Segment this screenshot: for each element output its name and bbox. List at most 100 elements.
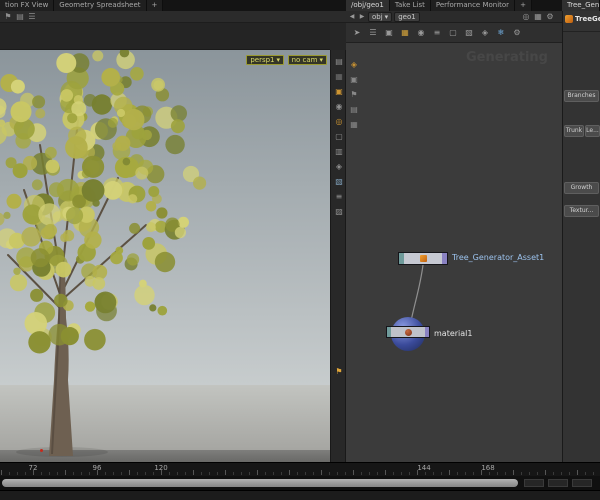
frame-tick [521,472,522,475]
camera-icon[interactable]: ▦ [333,71,345,83]
bookmark-icon[interactable]: ⚑ [2,11,14,23]
lights-icon[interactable]: ▧ [333,176,345,188]
overview-map-icon[interactable]: ▧ [463,27,475,39]
add-pane-tab-button-2[interactable]: + [515,0,532,11]
frame-tick [441,472,442,475]
node-material1[interactable] [386,326,430,338]
param-folder-textures[interactable]: Textur... [564,205,599,217]
node-label-material1[interactable]: material1 [434,330,472,338]
path-root-chip[interactable]: obj ▾ [368,12,393,22]
camera-menu[interactable]: persp1 ▾ [246,55,284,65]
frame-tick [241,472,242,475]
frame-tick [185,472,186,475]
search-icon[interactable]: ◎ [520,11,532,23]
playbar-button-2[interactable] [548,479,568,487]
pane-tab-take-list[interactable]: Take List [389,0,431,11]
snapping-icon[interactable]: ▣ [333,86,345,98]
playbar-handle[interactable] [2,479,518,487]
path-node-chip[interactable]: geo1 [394,12,420,22]
gear-icon[interactable]: ⚙ [544,11,556,23]
pane-grid-icon[interactable]: ▦ [532,11,544,23]
frame-tick [17,472,18,475]
frame-tick [145,472,146,475]
main-toolbar-row: ⚑▤☰ ◀ ▶ obj▾ geo1 ◎▦⚙ ⚑ ⚙ [0,11,600,23]
select-arrow-icon[interactable]: ➤ [351,27,363,39]
frame-label: 72 [28,464,38,472]
frame-label: 96 [92,464,102,472]
network-editor[interactable]: ◈ ▣ ⚑ ▤ ▦ Generating Tree_Generator_Asset1 m… [346,43,562,462]
param-folder-branches[interactable]: Branches [564,90,599,102]
layout-list-icon[interactable]: ☰ [367,27,379,39]
shading-icon[interactable]: ▥ [333,146,345,158]
history-back-icon[interactable]: ◀ [348,11,356,23]
pane-tab-performance-monitor[interactable]: Performance Monitor [430,0,516,11]
caret-down-icon: ▾ [276,55,280,64]
scene-viewport[interactable]: persp1 ▾ no cam ▾ [0,50,330,462]
node-tree-generator-asset1[interactable] [398,252,448,265]
background-icon[interactable]: ▨ [333,206,345,218]
freeze-icon[interactable]: ❄ [495,27,507,39]
menu-icon[interactable]: ☰ [26,11,38,23]
right-pane-tabs: Tree_Generator... [562,0,600,11]
node-label-tree-generator[interactable]: Tree_Generator_Asset1 [452,254,544,262]
frame-label: 168 [481,464,495,472]
frame-tick [313,472,314,475]
network-editor-toolbar: ➤ ☰ ▣ ▦ ◉ ≡ ▢ ▧ ◈ ❄ ⚙ [346,23,562,43]
frame-tick [361,472,362,475]
frame-tick [353,470,354,475]
dependency-icon[interactable]: ◈ [479,27,491,39]
frame-tick [465,472,466,475]
grid-display-icon[interactable]: ≡ [333,191,345,203]
frame-tick [177,472,178,475]
tree-generator-node-icon [419,255,427,262]
construction-plane-icon[interactable]: ◉ [333,101,345,113]
node-shapes-icon[interactable]: ▣ [383,27,395,39]
node-display-flag[interactable] [442,253,447,264]
frame-tick [321,470,322,475]
frame-tick [193,470,194,475]
frame-tick [561,472,562,475]
pane-tab-bar: tion FX View Geometry Spreadsheet + /obj… [0,0,600,11]
color-palette-icon[interactable]: ▦ [399,27,411,39]
layout-icon[interactable]: ▤ [14,11,26,23]
wireframe-icon[interactable]: ▢ [333,131,345,143]
align-nodes-icon[interactable]: ≡ [431,27,443,39]
snapshot-icon[interactable]: ▢ [447,27,459,39]
param-folder-trunk[interactable]: Trunk [564,125,584,137]
frame-tick [81,472,82,475]
history-forward-icon[interactable]: ▶ [358,11,366,23]
status-bar [0,490,600,500]
view-mode-icon[interactable]: ▤ [333,56,345,68]
add-pane-tab-button[interactable]: + [146,0,164,11]
param-folder-leaves[interactable]: Le... [585,125,600,137]
frame-tick [529,472,530,475]
normals-icon[interactable]: ◈ [333,161,345,173]
param-node-name[interactable]: TreeGen... [575,16,600,23]
points-display-icon[interactable]: ◎ [333,116,345,128]
frame-tick [217,472,218,475]
frame-tick [505,472,506,475]
frame-tick [273,472,274,475]
frame-tick [393,472,394,475]
param-folder-growth[interactable]: Growth [564,182,599,194]
network-nav-icons: ◎ ▦ ⚙ [520,11,556,23]
node-display-flag[interactable] [425,327,429,337]
playbar-button-3[interactable] [572,479,592,487]
frame-tick [545,470,546,475]
display-flags-icon[interactable]: ◉ [415,27,427,39]
middle-pane-tabs: /obj/geo1 Take List Performance Monitor … [346,0,532,11]
pane-tab-geometry-spreadsheet[interactable]: Geometry Spreadsheet [54,0,147,11]
camera-select-menu[interactable]: no cam ▾ [287,55,327,65]
playbar-button-1[interactable] [524,479,544,487]
frame-tick [409,472,410,475]
playbar-track[interactable] [2,479,518,487]
pane-tab-network-path[interactable]: /obj/geo1 [346,0,390,11]
divider [563,31,600,32]
frame-tick [329,472,330,475]
frame-label: 120 [154,464,168,472]
timeline-ruler[interactable]: 72 96 120 144 168 [0,462,600,476]
settings-gear-icon[interactable]: ⚙ [511,27,523,39]
pane-tab-tree-generator[interactable]: Tree_Generator... [562,0,600,11]
pane-tab-motion-fx-view[interactable]: tion FX View [0,0,55,11]
handles-icon[interactable]: ⚑ [333,366,345,378]
